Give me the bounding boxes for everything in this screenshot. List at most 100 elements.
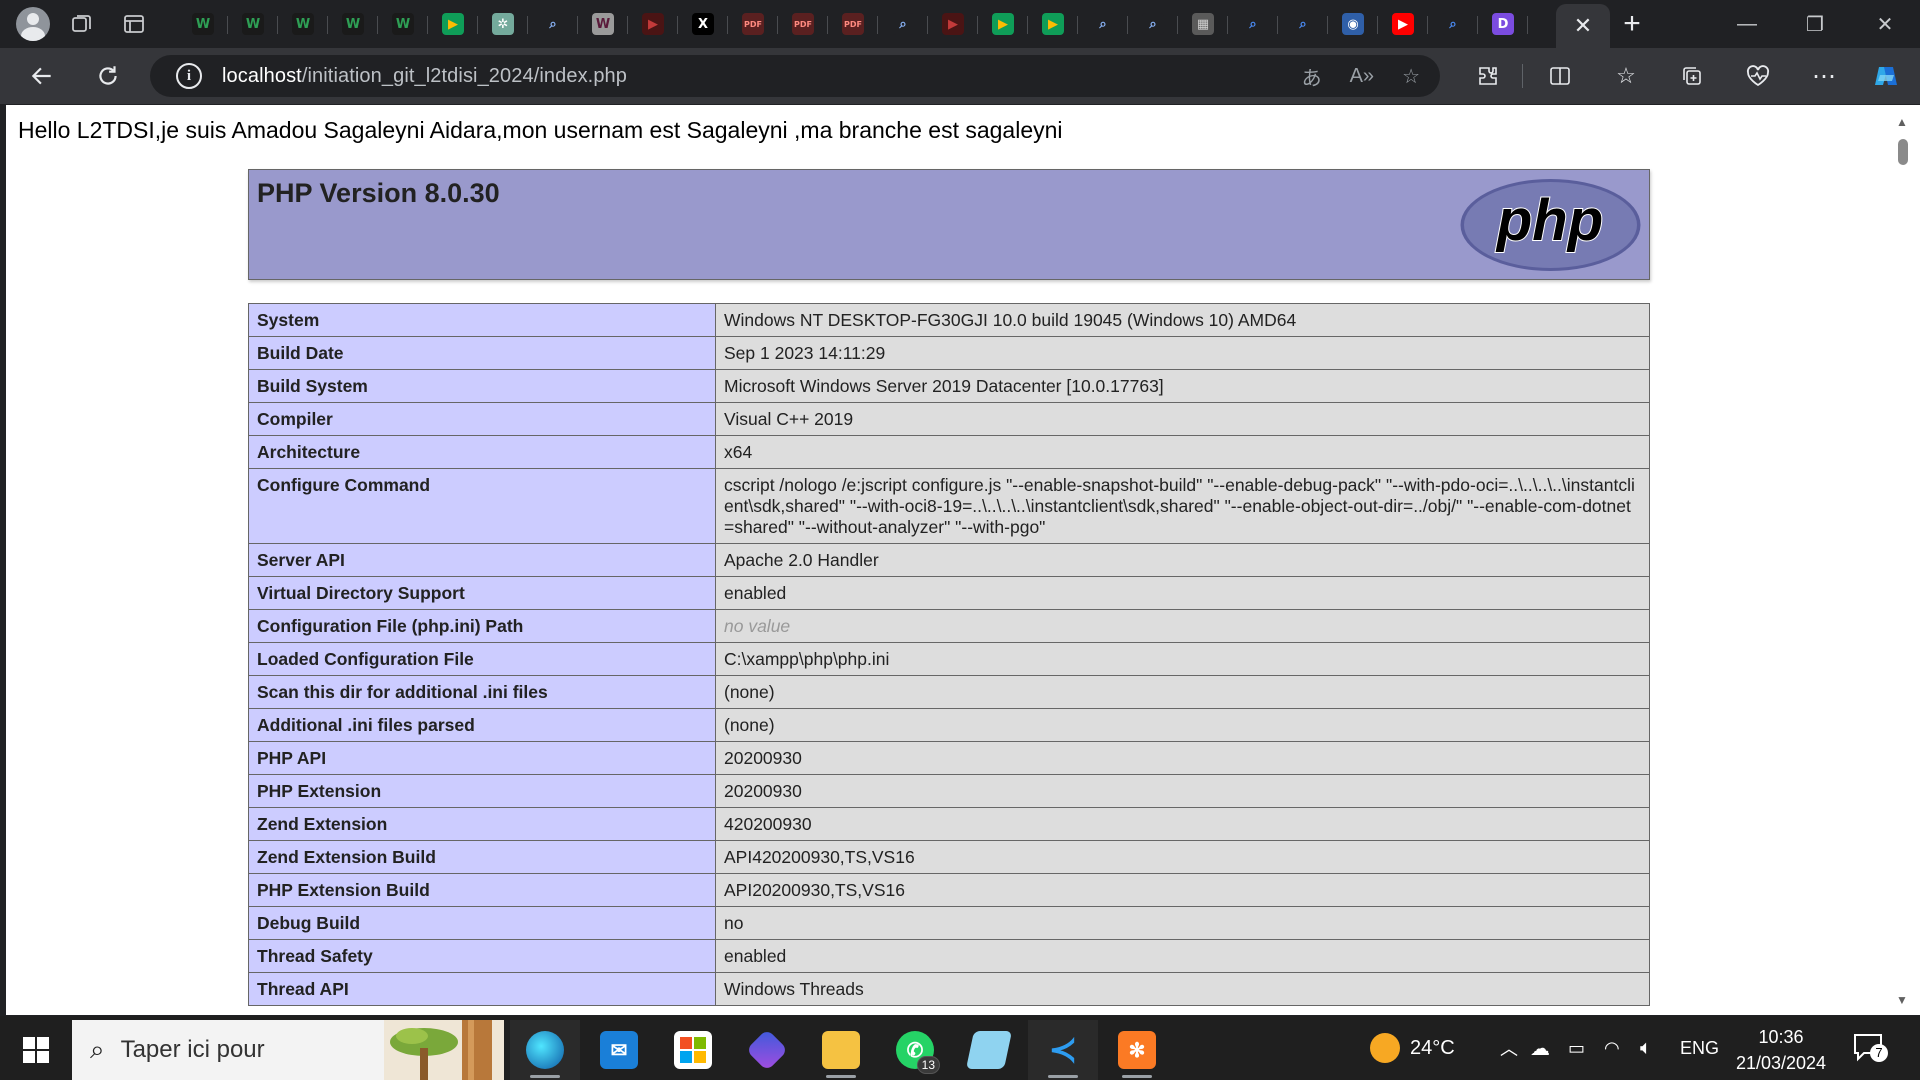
browser-tab[interactable]: PDF bbox=[778, 4, 828, 44]
browser-essentials-icon[interactable] bbox=[1738, 56, 1778, 96]
browser-tab[interactable]: W bbox=[228, 4, 278, 44]
browser-tab[interactable]: W bbox=[178, 4, 228, 44]
info-key: PHP Extension bbox=[248, 774, 716, 808]
weather-temperature: 24°C bbox=[1410, 1036, 1455, 1059]
w-icon: W bbox=[392, 13, 414, 35]
translate-icon[interactable]: あ bbox=[1302, 62, 1322, 91]
table-row: Scan this dir for additional .ini files(… bbox=[248, 675, 1650, 709]
wifi-icon[interactable]: ◠ bbox=[1604, 1016, 1620, 1080]
extensions-icon[interactable] bbox=[1468, 56, 1508, 96]
collections-icon[interactable] bbox=[1672, 56, 1712, 96]
browser-tab[interactable]: ▶ bbox=[978, 4, 1028, 44]
table-row: System Windows NT DESKTOP-FG30GJI 10.0 bu… bbox=[248, 303, 1650, 337]
browser-tab[interactable]: W bbox=[328, 4, 378, 44]
split-screen-icon[interactable] bbox=[1540, 56, 1580, 96]
browser-tab[interactable]: X bbox=[678, 4, 728, 44]
page-scrollbar[interactable]: ▲ ▼ bbox=[1886, 105, 1920, 1015]
taskbar-edge[interactable] bbox=[510, 1020, 580, 1080]
onedrive-cloud-icon[interactable]: ☁ bbox=[1530, 1016, 1550, 1080]
browser-tab[interactable]: ⌕ bbox=[1278, 4, 1328, 44]
taskbar-xampp[interactable]: ✻ bbox=[1102, 1020, 1172, 1080]
more-menu-icon[interactable]: ⋯ bbox=[1804, 56, 1844, 96]
browser-tab[interactable]: ▶ bbox=[628, 4, 678, 44]
xampp-icon: ✻ bbox=[1118, 1031, 1156, 1069]
info-key: Architecture bbox=[248, 435, 716, 469]
clock-date: 21/03/2024 bbox=[1735, 1053, 1827, 1073]
search-highlight-illustration bbox=[384, 1020, 504, 1080]
favorite-star-icon[interactable]: ☆ bbox=[1402, 64, 1420, 89]
language-indicator[interactable]: ENG bbox=[1680, 1016, 1719, 1080]
browser-tab[interactable]: ⌕ bbox=[528, 4, 578, 44]
browser-tab[interactable]: ◉ bbox=[1328, 4, 1378, 44]
browser-tab[interactable]: ▶ bbox=[1028, 4, 1078, 44]
browser-tab[interactable]: ▶ bbox=[428, 4, 478, 44]
table-row: Additional .ini files parsed (none) bbox=[248, 708, 1650, 742]
info-value: Apache 2.0 Handler bbox=[715, 543, 1650, 577]
browser-tab[interactable]: PDF bbox=[728, 4, 778, 44]
close-window-icon[interactable]: ✕ bbox=[1850, 0, 1920, 48]
browser-tab[interactable]: ✲ bbox=[478, 4, 528, 44]
taskbar-file-explorer[interactable] bbox=[806, 1020, 876, 1080]
minimize-icon[interactable]: — bbox=[1712, 0, 1782, 48]
info-key: Debug Build bbox=[248, 906, 716, 940]
browser-tab[interactable]: PDF bbox=[828, 4, 878, 44]
taskbar-search-box[interactable]: ⌕ Taper ici pour bbox=[72, 1020, 504, 1080]
url-text[interactable]: localhost/initiation_git_l2tdisi_2024/in… bbox=[222, 65, 627, 88]
scroll-down-arrow-icon[interactable]: ▼ bbox=[1896, 993, 1908, 1007]
taskbar-mail[interactable]: ✉ bbox=[584, 1020, 654, 1080]
favorites-icon[interactable]: ☆ bbox=[1606, 56, 1646, 96]
search-icon: ⌕ bbox=[1142, 13, 1164, 35]
back-arrow-icon[interactable] bbox=[22, 56, 62, 96]
browser-tab[interactable]: W bbox=[378, 4, 428, 44]
taskbar-copilot-app[interactable] bbox=[732, 1020, 802, 1080]
youtube-icon: ▶ bbox=[642, 13, 664, 35]
info-value: C:\xampp\php\php.ini bbox=[715, 642, 1650, 676]
browser-tab[interactable]: W bbox=[578, 4, 628, 44]
restore-icon[interactable]: ❐ bbox=[1780, 0, 1850, 48]
taskbar-vscode[interactable]: ≺ bbox=[1028, 1020, 1098, 1080]
read-aloud-icon[interactable]: A» bbox=[1350, 65, 1374, 88]
taskbar-whatsapp[interactable]: ✆ 13 bbox=[880, 1020, 950, 1080]
info-key: Server API bbox=[248, 543, 716, 577]
refresh-icon[interactable] bbox=[88, 56, 128, 96]
volume-muted-icon[interactable]: 🔈︎ bbox=[1640, 1016, 1652, 1080]
taskbar-store[interactable] bbox=[658, 1020, 728, 1080]
edge-icon bbox=[526, 1031, 564, 1069]
profile-avatar-icon[interactable] bbox=[16, 7, 50, 41]
taskbar-notepad[interactable] bbox=[954, 1020, 1024, 1080]
clock[interactable]: 10:36 21/03/2024 bbox=[1726, 1024, 1836, 1076]
table-row: Debug Build no bbox=[248, 906, 1650, 940]
new-tab-button[interactable]: + bbox=[1610, 4, 1654, 44]
browser-tab[interactable]: ▶ bbox=[1378, 4, 1428, 44]
workspaces-icon[interactable] bbox=[62, 4, 102, 44]
battery-icon[interactable]: ▭ bbox=[1568, 1016, 1585, 1080]
close-tab-icon[interactable]: ✕ bbox=[1556, 4, 1610, 48]
browser-tab[interactable]: ⌕ bbox=[1228, 4, 1278, 44]
site-info-icon[interactable]: i bbox=[176, 63, 202, 89]
copilot-icon[interactable] bbox=[1866, 56, 1906, 96]
browser-tab[interactable]: ⌕ bbox=[1428, 4, 1478, 44]
table-row: Configure Command cscript /nologo /e:jscr… bbox=[248, 468, 1650, 544]
php-logo[interactable]: php bbox=[1459, 177, 1642, 273]
search-icon: ⌕ bbox=[542, 13, 564, 35]
scroll-thumb[interactable] bbox=[1898, 139, 1908, 165]
browser-tab[interactable]: ⌕ bbox=[1078, 4, 1128, 44]
table-row: Thread Safety enabled bbox=[248, 939, 1650, 973]
weather-widget[interactable]: 24°C bbox=[1370, 1016, 1455, 1080]
info-value: no value bbox=[715, 609, 1650, 643]
browser-tab[interactable]: W bbox=[278, 4, 328, 44]
notification-center-icon[interactable]: 7 bbox=[1852, 1032, 1892, 1066]
scroll-up-arrow-icon[interactable]: ▲ bbox=[1896, 115, 1908, 129]
windows-start-icon[interactable] bbox=[12, 1030, 60, 1070]
browser-tab[interactable]: ▦ bbox=[1178, 4, 1228, 44]
browser-tab[interactable]: ⌕ bbox=[1128, 4, 1178, 44]
info-key: PHP Extension Build bbox=[248, 873, 716, 907]
tab-actions-icon[interactable] bbox=[114, 4, 154, 44]
browser-tab[interactable]: ▶ bbox=[928, 4, 978, 44]
browser-tab[interactable]: D bbox=[1478, 4, 1528, 44]
info-value: enabled bbox=[715, 576, 1650, 610]
address-bar[interactable]: i localhost/initiation_git_l2tdisi_2024/… bbox=[150, 55, 1440, 97]
browser-tab[interactable]: ⌕ bbox=[878, 4, 928, 44]
chatgpt-icon: ✲ bbox=[492, 13, 514, 35]
tray-overflow-chevron-icon[interactable]: ︿ bbox=[1500, 1016, 1518, 1080]
